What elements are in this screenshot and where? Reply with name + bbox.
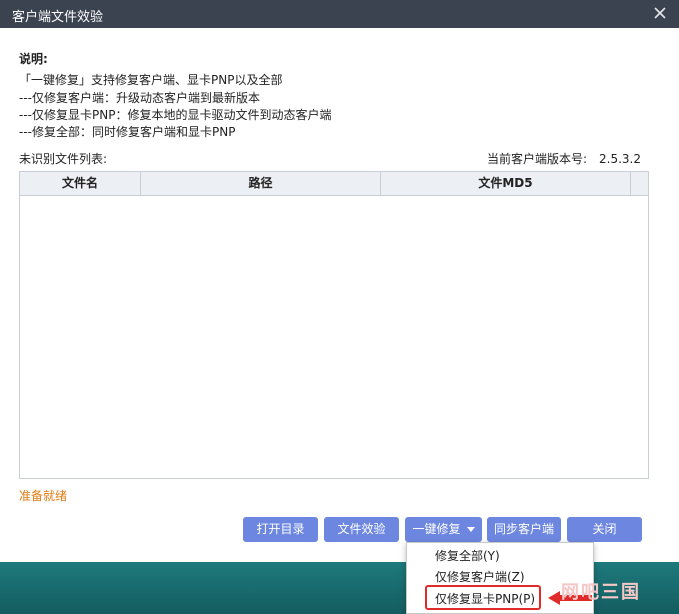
table-header: 文件名 路径 文件MD5 (20, 172, 648, 196)
client-version-value: 2.5.3.2 (599, 152, 641, 166)
file-list-table[interactable]: 文件名 路径 文件MD5 (19, 171, 649, 479)
sync-client-button[interactable]: 同步客户端 (487, 517, 561, 542)
title-bar: 客户端文件效验 (0, 0, 679, 28)
description-line: ---仅修复显卡PNP：修复本地的显卡驱动文件到动态客户端 (19, 108, 332, 122)
one-click-repair-label: 一键修复 (412, 522, 461, 536)
column-header-path[interactable]: 路径 (141, 172, 381, 195)
close-icon[interactable] (651, 4, 669, 22)
menu-item-repair-client[interactable]: 仅修复客户端(Z) (435, 568, 525, 585)
column-header-filename[interactable]: 文件名 (20, 172, 141, 195)
client-version-label: 当前客户端版本号: (486, 152, 588, 166)
description-heading: 说明: (19, 52, 48, 66)
file-verify-dialog: 客户端文件效验 说明: 「一键修复」支持修复客户端、显卡PNP以及全部 ---仅… (0, 0, 679, 562)
status-text: 准备就绪 (19, 489, 68, 503)
watermark-logo: 网吧三国 (561, 582, 641, 603)
dialog-title: 客户端文件效验 (12, 10, 104, 25)
caret-down-icon (466, 527, 475, 532)
description-line: ---仅修复客户端：升级动态客户端到最新版本 (19, 91, 260, 105)
unrecognized-files-label: 未识别文件列表: (19, 152, 108, 166)
open-directory-button[interactable]: 打开目录 (243, 517, 318, 542)
column-header-md5[interactable]: 文件MD5 (381, 172, 631, 195)
description-line: ---修复全部：同时修复客户端和显卡PNP (19, 125, 236, 139)
close-button[interactable]: 关闭 (567, 517, 642, 542)
menu-item-repair-all[interactable]: 修复全部(Y) (435, 547, 500, 564)
client-version: 当前客户端版本号: 2.5.3.2 (487, 150, 641, 167)
highlight-box (425, 585, 541, 610)
verify-files-button[interactable]: 文件效验 (324, 517, 399, 542)
description-line: 「一键修复」支持修复客户端、显卡PNP以及全部 (19, 73, 283, 87)
one-click-repair-button[interactable]: 一键修复 (405, 517, 482, 542)
